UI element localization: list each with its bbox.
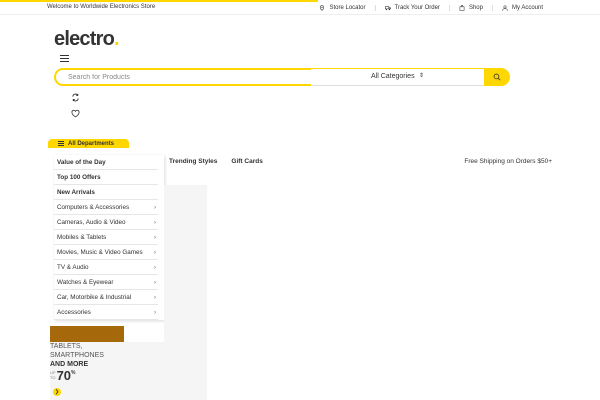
bag-icon [459,4,465,11]
dept-item-top-100-offers[interactable]: Top 100 Offers [54,170,158,185]
promo-banner[interactable]: TABLETS, SMARTPHONES AND MORE UP TO 70 %… [50,342,164,400]
dept-item-tv-audio[interactable]: TV & Audio › [54,260,158,275]
promo-line-1: TABLETS, [50,343,83,350]
chevron-right-icon: › [154,280,156,286]
chevron-right-icon: › [154,235,156,241]
dept-item-mobiles[interactable]: Mobiles & Tablets › [54,230,158,245]
dept-item-label: Mobiles & Tablets [57,233,107,241]
dept-item-label: Watches & Eyewear [57,278,114,286]
heart-icon[interactable] [71,109,80,118]
dept-item-watches[interactable]: Watches & Eyewear › [54,275,158,290]
dept-item-label: Top 100 Offers [57,173,101,181]
all-departments-button[interactable]: All Departments [48,139,129,148]
promo-line-2: SMARTPHONES [50,352,104,359]
gift-cards-link[interactable]: Gift Cards [231,158,262,165]
map-pin-icon [320,4,325,11]
dept-item-label: New Arrivals [57,188,95,196]
dept-item-label: Accessories [57,308,91,316]
compare-icon[interactable] [71,93,80,102]
dept-item-car-motorbike[interactable]: Car, Motorbike & Industrial › [54,290,158,305]
shop-link[interactable]: Shop [448,4,492,11]
store-locator-link[interactable]: Store Locator [310,5,374,11]
trending-styles-link[interactable]: Trending Styles [169,158,217,165]
welcome-text: Welcome to Worldwide Electronics Store [47,4,156,10]
promo-unit: % [71,370,76,376]
chevron-right-icon: › [154,250,156,256]
menu-icon[interactable] [60,55,69,63]
shipping-text: Free Shipping on Orders $50+ [464,158,552,165]
dept-item-label: Car, Motorbike & Industrial [57,293,132,301]
dept-item-movies[interactable]: Movies, Music & Video Games › [54,245,158,260]
chevron-right-icon: › [154,265,156,271]
select-arrows-icon: ⇕ [419,73,425,79]
shop-label: Shop [468,4,483,11]
chevron-right-icon: › [154,295,156,301]
brand-name: electro [54,28,115,50]
truck-icon [384,5,391,10]
dept-item-computers[interactable]: Computers & Accessories › [54,200,158,215]
dept-item-label: TV & Audio [57,263,89,271]
chevron-right-icon: › [154,310,156,316]
search-bar: All Categories ⇕ [54,68,510,86]
departments-list: Value of the Day Top 100 Offers New Arri… [54,155,164,320]
dept-item-accessories[interactable]: Accessories › [54,305,158,320]
category-select[interactable]: All Categories ⇕ [311,69,484,86]
track-order-label: Track Your Order [394,4,440,11]
dept-item-label: Cameras, Audio & Video [57,218,126,226]
search-icon [493,73,501,81]
my-account-label: My Account [511,4,543,11]
promo-upto-line-2: TO [50,374,56,380]
dept-item-cameras[interactable]: Cameras, Audio & Video › [54,215,158,230]
brand-dot: . [114,28,120,50]
promo-value: 70 [56,368,72,383]
promo-discount: UP TO 70 % [50,369,75,382]
search-input[interactable] [68,72,308,83]
dept-item-value-of-the-day[interactable]: Value of the Day [54,155,158,170]
brand-logo[interactable]: electro. [54,28,120,50]
dept-item-new-arrivals[interactable]: New Arrivals [54,185,158,200]
list-icon [58,141,64,146]
track-order-link[interactable]: Track Your Order [374,4,449,11]
top-bar: Welcome to Worldwide Electronics Store S… [0,0,600,15]
accent-line [0,0,318,2]
search-button[interactable] [484,68,510,86]
dept-item-label: Computers & Accessories [57,203,130,211]
secondary-nav: Trending Styles Gift Cards [169,158,277,165]
all-departments-label: All Departments [68,140,115,147]
promo-image [50,326,124,342]
arrow-right-icon[interactable]: ❯ [53,388,61,396]
chevron-right-icon: › [154,220,156,226]
store-locator-label: Store Locator [329,4,366,11]
my-account-link[interactable]: My Account [491,4,552,11]
chevron-right-icon: › [154,205,156,211]
top-links: Store Locator Track Your Order Shop My A… [310,3,552,12]
dept-item-label: Movies, Music & Video Games [57,248,143,256]
category-selected: All Categories [371,73,415,80]
user-icon [502,4,508,11]
hero-background [164,185,207,400]
promo-upto: UP TO [50,370,56,380]
dept-item-label: Value of the Day [57,158,106,166]
